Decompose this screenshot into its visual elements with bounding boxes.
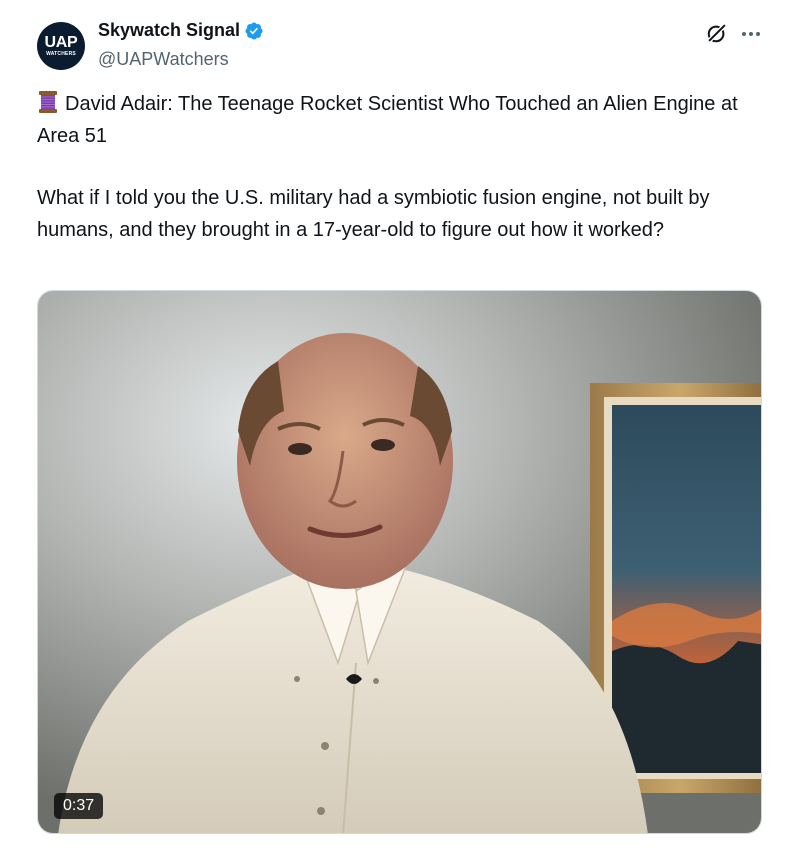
verified-badge-icon (245, 21, 263, 40)
display-name[interactable]: Skywatch Signal (98, 20, 240, 41)
video-player[interactable]: 0:37 (37, 290, 762, 834)
author-name-row: Skywatch Signal (98, 20, 264, 41)
avatar-subtext: WATCHERS (46, 50, 76, 57)
thread-spool-icon (39, 91, 57, 113)
video-thumbnail (38, 291, 761, 833)
avatar-text: UAP (44, 33, 78, 51)
tweet-body: What if I told you the U.S. military had… (37, 187, 710, 241)
tweet-text: David Adair: The Teenage Rocket Scientis… (37, 89, 757, 246)
grok-icon[interactable] (706, 22, 728, 44)
video-duration: 0:37 (54, 793, 104, 819)
more-icon[interactable] (739, 22, 763, 46)
tweet-headline-paragraph: David Adair: The Teenage Rocket Scientis… (37, 89, 757, 152)
author-handle[interactable]: @UAPWatchers (98, 49, 229, 70)
avatar[interactable]: UAP WATCHERS (37, 22, 85, 70)
tweet-card: UAP WATCHERS Skywatch Signal @UAPWatcher… (0, 0, 785, 852)
tweet-headline: David Adair: The Teenage Rocket Scientis… (37, 93, 738, 147)
